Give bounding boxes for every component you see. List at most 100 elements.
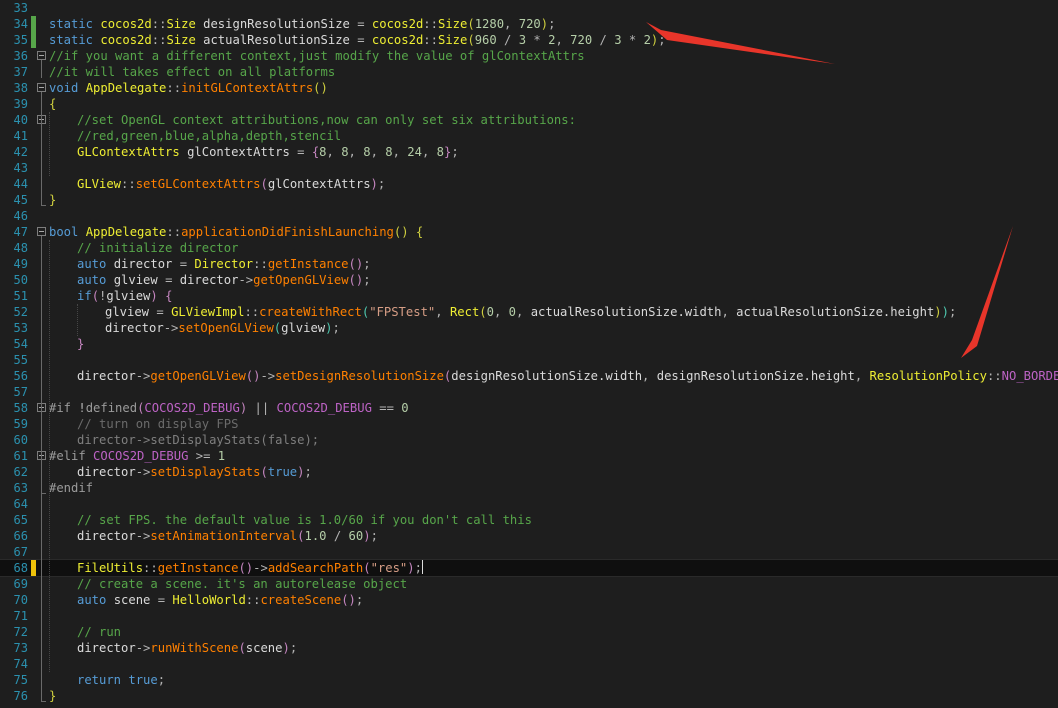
code-line-63[interactable]: 63 #endif — [0, 480, 1058, 496]
function-name: applicationDidFinishLaunching — [181, 225, 394, 239]
code-line-36[interactable]: 36 //if you want a different context,just… — [0, 48, 1058, 64]
code-text: director->runWithScene(scene); — [77, 640, 297, 656]
keyword: true — [128, 673, 158, 687]
identifier: director — [77, 465, 136, 479]
comment: // initialize director — [77, 241, 239, 255]
code-line-49[interactable]: 49 auto director = Director::getInstance(… — [0, 256, 1058, 272]
identifier: glview — [105, 305, 157, 319]
code-line-66[interactable]: 66 director->setAnimationInterval(1.0 / 6… — [0, 528, 1058, 544]
operator: = — [357, 33, 372, 47]
operator: :: — [986, 369, 1002, 383]
function-name: createWithRect — [259, 305, 362, 319]
code-line-43[interactable]: 43 — [0, 160, 1058, 176]
code-line-64[interactable]: 64 — [0, 496, 1058, 512]
operator: = — [157, 593, 173, 607]
code-line-40[interactable]: 40 //set OpenGL context attributions,now … — [0, 112, 1058, 128]
collapse-icon[interactable] — [37, 227, 46, 236]
operator: , — [493, 305, 509, 319]
code-line-76[interactable]: 76} — [0, 688, 1058, 704]
keyword: auto — [77, 593, 114, 607]
type-name: HelloWorld — [172, 593, 246, 607]
function-name: runWithScene — [150, 641, 239, 655]
number-literal: 720 — [518, 17, 541, 31]
bracket: () — [341, 593, 356, 607]
string-literal: "res" — [370, 561, 408, 575]
code-line-44[interactable]: 44 GLView::setGLContextAttrs(glContextAtt… — [0, 176, 1058, 192]
code-line-37[interactable]: 37 //it will takes effect on all platform… — [0, 64, 1058, 80]
comment: // create a scene. it's an autorelease o… — [77, 577, 408, 591]
code-line-54[interactable]: 54} — [0, 336, 1058, 352]
code-line-38[interactable]: 38 void AppDelegate::initGLContextAttrs() — [0, 80, 1058, 96]
collapse-icon[interactable] — [37, 83, 46, 92]
code-line-59[interactable]: 59 // turn on display FPS — [0, 416, 1058, 432]
line-number: 64 — [13, 497, 28, 511]
code-line-52[interactable]: 52 glview = GLViewImpl::createWithRect ("F… — [0, 304, 1058, 320]
code-line-47[interactable]: 47 bool AppDelegate::applicationDidFinish… — [0, 224, 1058, 240]
operator: ! — [78, 401, 86, 415]
fold-region-line — [41, 92, 42, 206]
code-line-50[interactable]: 50 auto glview = director->getOpenGLView(… — [0, 272, 1058, 288]
line-number: 42 — [13, 145, 28, 159]
bracket: ) — [297, 465, 305, 479]
collapse-icon[interactable] — [37, 51, 46, 60]
operator: * — [533, 33, 549, 47]
comment: //it will takes effect on all platforms — [49, 65, 336, 79]
operator: :: — [151, 33, 167, 47]
operator: , — [392, 145, 408, 159]
code-line-68[interactable]: 68 FileUtils::getInstance()->addSearchPat… — [0, 559, 1058, 577]
operator: , — [555, 33, 571, 47]
code-line-62[interactable]: 62 director->setDisplayStats(true); — [0, 464, 1058, 480]
line-number: 57 — [13, 385, 28, 399]
code-line-33[interactable]: 33 — [0, 0, 1058, 16]
fold-region-line — [41, 412, 42, 494]
code-line-45[interactable]: 45} — [0, 192, 1058, 208]
code-text: FileUtils::getInstance()->addSearchPath(… — [77, 560, 423, 576]
line-number: 43 — [13, 161, 28, 175]
operator: :: — [166, 81, 182, 95]
code-text: director->setDisplayStats(false); — [77, 432, 319, 448]
code-line-60[interactable]: 60 director->setDisplayStats(false); — [0, 432, 1058, 448]
code-line-73[interactable]: 73 director->runWithScene(scene); — [0, 640, 1058, 656]
operator: :: — [244, 305, 260, 319]
function-name: getOpenGLView — [253, 273, 349, 287]
operator: ; — [355, 593, 364, 607]
code-line-53[interactable]: 53 director->setOpenGLView(glview); — [0, 320, 1058, 336]
code-line-55[interactable]: 55 — [0, 352, 1058, 368]
code-line-39[interactable]: 39 { — [0, 96, 1058, 112]
code-line-74[interactable]: 74 — [0, 656, 1058, 672]
code-line-69[interactable]: 69 // create a scene. it's an autorelease… — [0, 576, 1058, 592]
bracket: ) — [239, 401, 255, 415]
code-line-41[interactable]: 41 //red,green,blue,alpha,depth,stencil — [0, 128, 1058, 144]
code-line-51[interactable]: 51 if(!glview) { — [0, 288, 1058, 304]
code-line-35[interactable]: 35 static cocos2d::Size actualResolutionS… — [0, 32, 1058, 48]
line-number: 35 — [13, 33, 28, 47]
code-line-42[interactable]: 42 GLContextAttrs glContextAttrs = {8, 8,… — [0, 144, 1058, 160]
operator: * — [628, 33, 644, 47]
identifier: actualResolutionSize — [195, 33, 358, 47]
indent-guide — [77, 304, 78, 336]
code-line-58[interactable]: 58 #if !defined(COCOS2D_DEBUG) || COCOS2D… — [0, 400, 1058, 416]
number-literal: 2 — [643, 33, 651, 47]
code-text: return true; — [77, 672, 165, 688]
code-line-67[interactable]: 67 — [0, 544, 1058, 560]
code-line-70[interactable]: 70 auto scene = HelloWorld::createScene()… — [0, 592, 1058, 608]
line-number: 69 — [13, 577, 28, 591]
line-number: 47 — [13, 225, 28, 239]
code-line-57[interactable]: 57 — [0, 384, 1058, 400]
code-line-34[interactable]: 34 static cocos2d::Size designResolutionS… — [0, 16, 1058, 32]
bracket: () — [313, 81, 328, 95]
code-line-72[interactable]: 72 // run — [0, 624, 1058, 640]
code-line-48[interactable]: 48 // initialize director — [0, 240, 1058, 256]
code-line-75[interactable]: 75 return true; — [0, 672, 1058, 688]
operator: -> — [135, 465, 151, 479]
code-line-71[interactable]: 71 — [0, 608, 1058, 624]
code-editor[interactable]: 33 34 static cocos2d::Size designResolutio… — [0, 0, 1058, 708]
code-line-61[interactable]: 61 #elif COCOS2D_DEBUG >= 1 — [0, 448, 1058, 464]
operator: , — [854, 369, 870, 383]
operator: ; — [948, 305, 957, 319]
code-line-46[interactable]: 46 — [0, 208, 1058, 224]
code-text: //set OpenGL context attributions,now ca… — [77, 112, 576, 128]
code-line-56[interactable]: 56 director->getOpenGLView()->setDesignRe… — [0, 368, 1058, 384]
code-line-65[interactable]: 65 // set FPS. the default value is 1.0/6… — [0, 512, 1058, 528]
operator: ; — [363, 257, 371, 271]
